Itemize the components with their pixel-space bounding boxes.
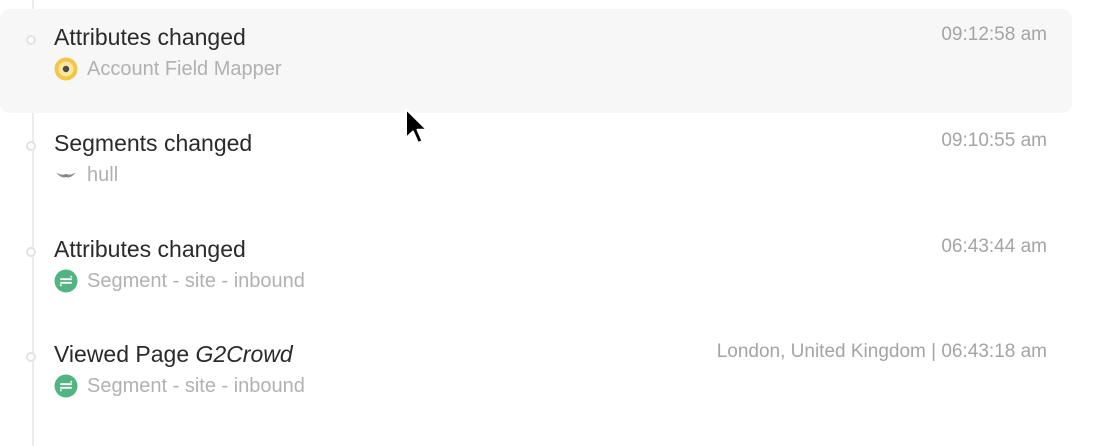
- event-source-label: Account Field Mapper: [87, 57, 282, 80]
- account-field-mapper-icon: [54, 57, 78, 81]
- event-source-label: hull: [87, 163, 119, 186]
- timeline-node: [26, 247, 36, 257]
- event-source-label: Segment - site - inbound: [87, 269, 305, 292]
- timeline-event[interactable]: Segments changed 09:10:55 am hull: [0, 115, 1072, 219]
- event-time: 09:12:58 am: [941, 24, 1047, 45]
- timeline-event[interactable]: Viewed Page G2Crowd London, United Kingd…: [0, 326, 1072, 430]
- event-source-label: Segment - site - inbound: [87, 374, 305, 397]
- event-title: Attributes changed: [54, 24, 246, 50]
- event-title: Viewed Page G2Crowd: [54, 341, 293, 367]
- timeline-node: [26, 35, 36, 45]
- timeline-event[interactable]: Attributes changed 06:43:44 am Segment -…: [0, 221, 1072, 325]
- event-source[interactable]: Segment - site - inbound: [54, 269, 305, 293]
- mouse-cursor-icon: [405, 108, 428, 144]
- segment-logo-icon: [54, 374, 78, 398]
- hull-logo-icon: [56, 172, 76, 178]
- timeline-node: [26, 352, 36, 362]
- event-location-time: London, United Kingdom | 06:43:18 am: [716, 341, 1047, 362]
- event-time: 09:10:55 am: [941, 130, 1047, 151]
- event-source[interactable]: Segment - site - inbound: [54, 374, 305, 398]
- timeline-event[interactable]: Attributes changed 09:12:58 am Account F…: [0, 9, 1072, 113]
- viewed-page-name: G2Crowd: [195, 341, 293, 367]
- event-source[interactable]: hull: [54, 163, 118, 187]
- event-source[interactable]: Account Field Mapper: [54, 57, 282, 81]
- timeline-node: [26, 141, 36, 151]
- event-time: 06:43:44 am: [941, 236, 1047, 257]
- event-title: Segments changed: [54, 130, 253, 156]
- event-title: Attributes changed: [54, 236, 246, 262]
- segment-logo-icon: [54, 269, 78, 293]
